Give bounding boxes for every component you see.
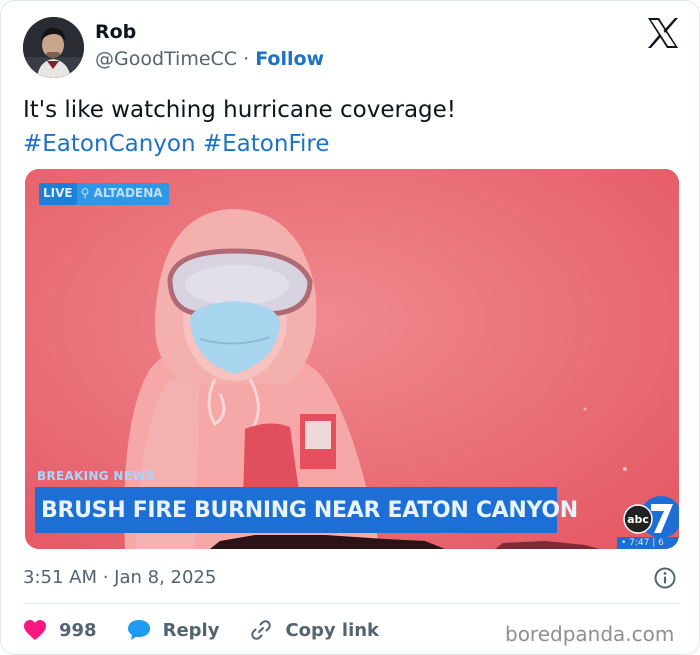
tweet-actions: 998 Reply Copy link [23, 618, 409, 642]
watermark: boredpanda.com [505, 622, 675, 646]
follow-button[interactable]: Follow [255, 48, 324, 70]
author-handle[interactable]: @GoodTimeCC [95, 48, 237, 70]
divider [23, 603, 679, 604]
news-headline: BRUSH FIRE BURNING NEAR EATON CANYON [41, 498, 578, 523]
copy-link-label: Copy link [285, 619, 380, 641]
tweet-media-image[interactable]: LIVE ⚲ ALTADENA BREAKING NEWS BRUSH FIRE… [25, 169, 679, 549]
location-label: ⚲ ALTADENA [76, 183, 169, 205]
broadcast-time: • 7:47 | 6 [617, 537, 679, 549]
avatar[interactable] [23, 17, 84, 78]
hashtag-eatonfire[interactable]: #EatonFire [203, 131, 330, 157]
reply-bubble-icon [127, 620, 150, 640]
heart-icon [24, 620, 46, 640]
x-logo-icon[interactable] [645, 15, 681, 51]
tweet-card: Rob @GoodTimeCC · Follow It's like watch… [0, 0, 700, 655]
handle-separator: · [237, 48, 256, 70]
network-label: abc [627, 513, 649, 526]
author-name[interactable]: Rob [95, 21, 136, 43]
reply-label: Reply [162, 619, 220, 641]
like-button[interactable]: 998 [23, 619, 97, 641]
live-location-badge: LIVE ⚲ ALTADENA [39, 183, 169, 205]
breaking-news-label: BREAKING NEWS [37, 469, 155, 483]
tweet-body: It's like watching hurricane coverage! [23, 97, 457, 123]
copy-link-button[interactable]: Copy link [249, 618, 379, 642]
tweet-text: It's like watching hurricane coverage! #… [23, 93, 673, 161]
author-handle-line: @GoodTimeCC · Follow [95, 48, 324, 70]
reply-button[interactable]: Reply [127, 619, 220, 641]
link-icon [251, 620, 272, 640]
live-label: LIVE [39, 183, 77, 205]
info-icon[interactable] [653, 566, 677, 590]
abc7-logo-icon: abc [623, 496, 679, 538]
like-count: 998 [59, 619, 97, 641]
tweet-timestamp[interactable]: 3:51 AM · Jan 8, 2025 [23, 567, 216, 588]
hashtag-eatoncanyon[interactable]: #EatonCanyon [23, 131, 196, 157]
tweet-hashtags: #EatonCanyon #EatonFire [23, 127, 673, 161]
location-pin-icon: ⚲ [80, 186, 94, 200]
